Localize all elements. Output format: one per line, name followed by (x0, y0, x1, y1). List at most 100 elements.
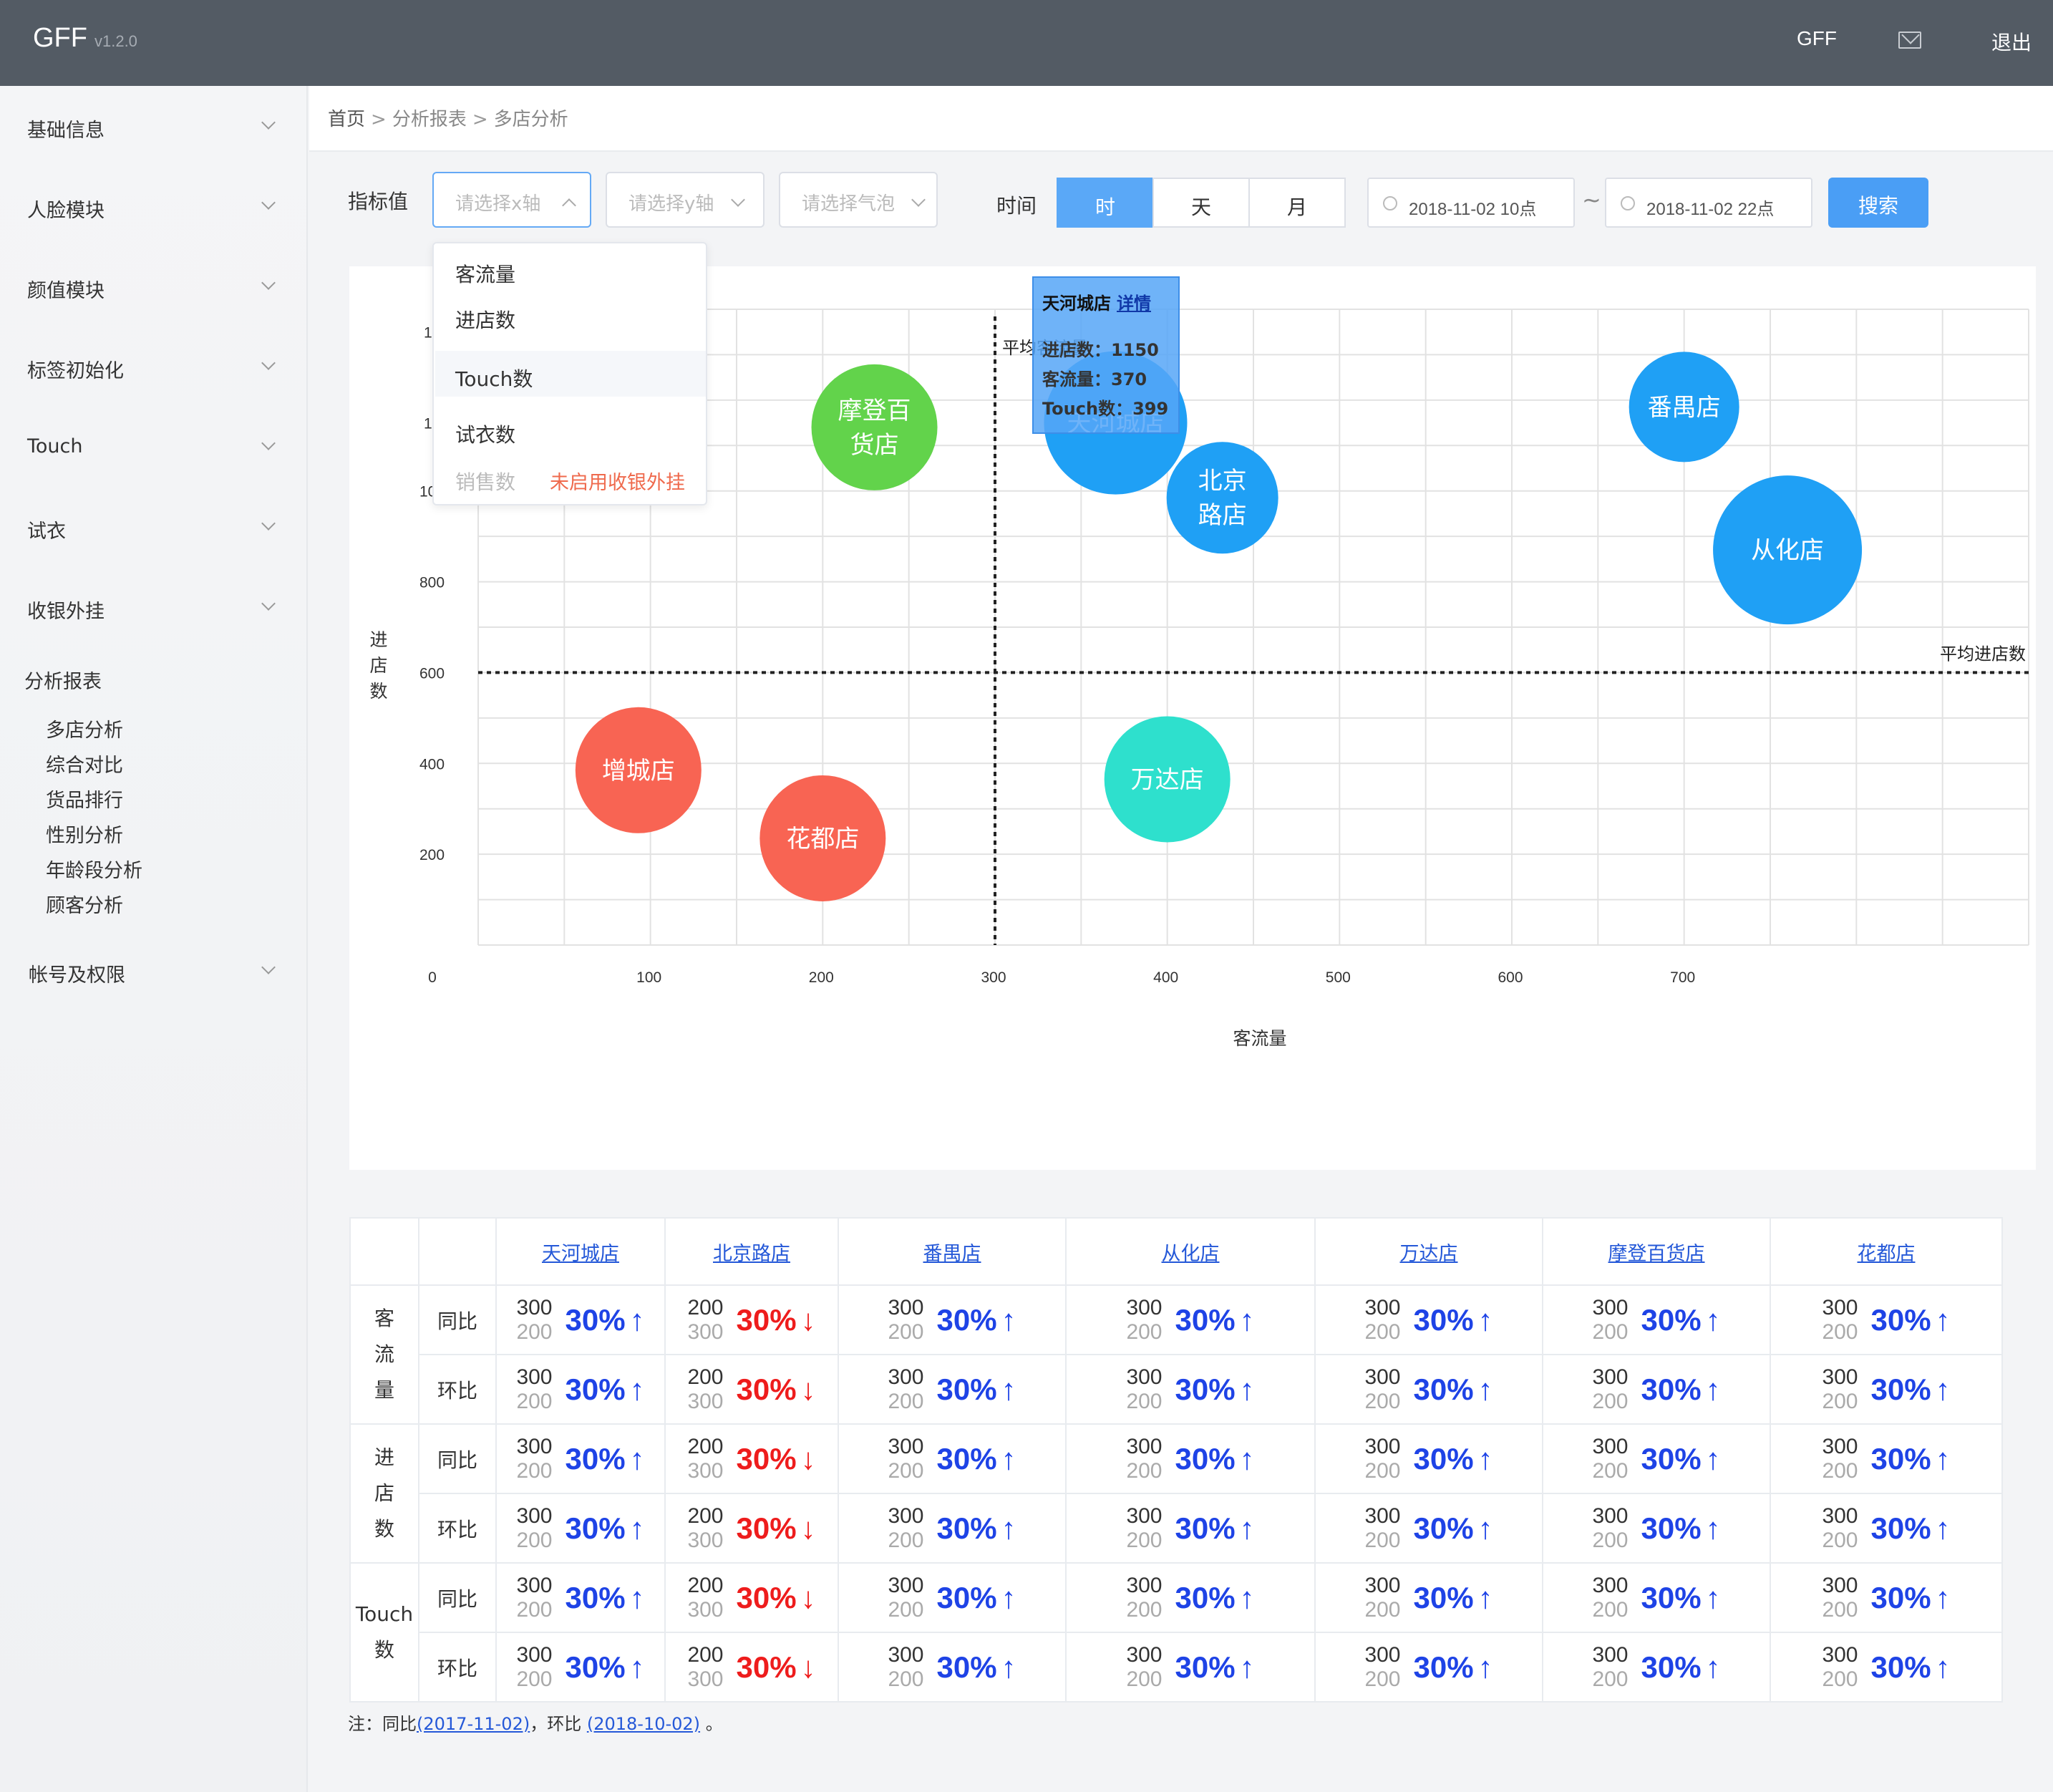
table-cell: 300 200 30% ↑ (1542, 1632, 1771, 1703)
sidebar-sub-goods-rank[interactable]: 货品排行 (46, 785, 123, 813)
y-axis-placeholder: 请选择y轴 (628, 193, 714, 215)
percent-value: 30% (565, 1650, 626, 1684)
y-axis-select[interactable]: 请选择y轴 (606, 172, 765, 228)
brand[interactable]: GFF v1.2.0 (33, 23, 137, 54)
row-type-label: 环比 (418, 1354, 497, 1425)
sidebar-item-face[interactable]: 人脸模块 (27, 195, 105, 223)
change-percent: 30% ↑ (937, 1511, 1016, 1546)
sidebar-sub-age[interactable]: 年龄段分析 (46, 855, 142, 883)
sidebar-item-tag-init[interactable]: 标签初始化 (27, 355, 124, 383)
sidebar-item-fitting[interactable]: 试衣 (27, 515, 66, 543)
previous-value: 200 (1822, 1528, 1858, 1552)
date-start-input[interactable]: 2018-11-02 10点 (1367, 178, 1575, 228)
current-value: 300 (1592, 1642, 1629, 1667)
x-axis-select[interactable]: 请选择x轴 (432, 172, 591, 228)
previous-value: 200 (1822, 1319, 1858, 1344)
previous-value: 200 (1592, 1667, 1629, 1691)
change-percent: 30% ↑ (1871, 1581, 1951, 1615)
tooltip-detail-link[interactable]: 详情 (1117, 294, 1151, 314)
current-value: 300 (1592, 1434, 1629, 1458)
table-cell: 300 200 30% ↑ (1770, 1354, 2003, 1425)
current-value: 300 (1364, 1295, 1401, 1319)
store-link[interactable]: 北京路店 (713, 1243, 790, 1265)
change-percent: 30% ↑ (1414, 1442, 1493, 1476)
mail-icon[interactable] (1898, 32, 1921, 49)
arrow-up-icon: ↑ (1001, 1441, 1016, 1476)
breadcrumb-home[interactable]: 首页 (328, 109, 365, 130)
current-value: 300 (1822, 1365, 1858, 1389)
percent-value: 30% (936, 1441, 997, 1476)
dropdown-option-traffic[interactable]: 客流量 (455, 259, 515, 288)
table-cell: 300 200 30% ↑ (1314, 1354, 1543, 1425)
chevron-down-icon (261, 436, 276, 450)
breadcrumb-current: 多店分析 (493, 109, 568, 130)
table-header-store: 北京路店 (664, 1217, 839, 1286)
user-name[interactable]: GFF (1797, 27, 1837, 50)
breadcrumb-parent[interactable]: 分析报表 (392, 109, 467, 130)
current-value: 200 (687, 1365, 724, 1389)
previous-value: 200 (1592, 1319, 1629, 1344)
segment-hour[interactable]: 时 (1057, 178, 1154, 228)
table-cell: 300 200 30% ↑ (838, 1493, 1067, 1564)
change-percent: 30% ↑ (1414, 1372, 1493, 1407)
store-link[interactable]: 摩登百货店 (1608, 1243, 1705, 1265)
y-axis-label: 数 (369, 681, 387, 702)
sidebar-sub-compare[interactable]: 综合对比 (46, 750, 123, 778)
note-yoy-link[interactable]: (2017-11-02) (417, 1714, 530, 1734)
dropdown-option-fitting[interactable]: 试衣数 (455, 420, 515, 448)
current-value: 300 (888, 1295, 924, 1319)
value-pair: 300 200 (1592, 1296, 1628, 1345)
percent-value: 30% (1641, 1580, 1702, 1614)
store-link[interactable]: 万达店 (1400, 1243, 1458, 1265)
segment-day[interactable]: 天 (1152, 178, 1250, 228)
previous-value: 300 (687, 1458, 724, 1483)
sidebar-sub-customer[interactable]: 顾客分析 (46, 890, 123, 918)
arrow-up-icon: ↑ (1935, 1580, 1951, 1614)
table-cell: 300 200 30% ↑ (1542, 1423, 1771, 1494)
date-end-input[interactable]: 2018-11-02 22点 (1605, 178, 1812, 228)
bubble-label: 货店 (850, 431, 899, 460)
search-button[interactable]: 搜索 (1828, 178, 1928, 228)
logout-button[interactable]: 退出 (1991, 27, 2032, 56)
current-value: 300 (1364, 1573, 1401, 1597)
sidebar-sub-multi-store[interactable]: 多店分析 (46, 715, 123, 742)
x-axis-label: 客流量 (1233, 1028, 1286, 1049)
dropdown-option-touch[interactable]: Touch数 (455, 364, 533, 392)
store-link[interactable]: 天河城店 (542, 1243, 619, 1265)
percent-value: 30% (1870, 1650, 1931, 1684)
date-start-value: 2018-11-02 10点 (1409, 200, 1537, 219)
table-cell: 300 200 30% ↑ (1542, 1284, 1771, 1355)
table-cell: 300 200 30% ↑ (838, 1284, 1067, 1355)
store-link[interactable]: 从化店 (1162, 1243, 1220, 1265)
segment-month[interactable]: 月 (1248, 178, 1346, 228)
store-link[interactable]: 花都店 (1858, 1243, 1916, 1265)
percent-value: 30% (1641, 1372, 1702, 1406)
bubble-select[interactable]: 请选择气泡 (779, 172, 938, 228)
change-percent: 30% ↓ (737, 1511, 816, 1546)
comparison-table: 天河城店 北京路店 番禺店 从化店 万达店 摩登百货店 花都店 客流量同比 300 200 30%… (349, 1217, 2003, 1703)
store-link[interactable]: 番禺店 (923, 1243, 981, 1265)
note-mom-link[interactable]: (2018-10-02) (587, 1714, 700, 1734)
sidebar-sub-gender[interactable]: 性别分析 (46, 820, 123, 848)
top-bar: GFF v1.2.0 GFF 退出 (0, 0, 2053, 86)
row-group-line: 量 (374, 1378, 394, 1402)
change-percent: 30% ↑ (566, 1303, 645, 1337)
current-value: 300 (1364, 1642, 1401, 1667)
sidebar-item-account[interactable]: 帐号及权限 (29, 959, 125, 987)
previous-value: 200 (1822, 1458, 1858, 1483)
sidebar-item-touch[interactable]: Touch (27, 435, 83, 457)
sidebar-item-cashier[interactable]: 收银外挂 (27, 596, 105, 624)
sidebar-item-beauty[interactable]: 颜值模块 (27, 275, 105, 303)
table-row: Touch 数同比 300 200 30% ↑ 200 300 30% ↓ 300 200 30% ↑ 30… (349, 1562, 2003, 1703)
row-group-label: 进店数 (349, 1423, 419, 1564)
table-row: 客流量同比 300 200 30% ↑ 200 300 30% ↓ 300 200 30% ↑ 300 20… (349, 1284, 2003, 1425)
previous-value: 200 (888, 1528, 924, 1552)
value-pair: 200 300 (687, 1643, 723, 1692)
sidebar-item-basic-info[interactable]: 基础信息 (27, 115, 105, 142)
sidebar-group-reports[interactable]: 分析报表 (24, 666, 102, 694)
previous-value: 200 (1592, 1528, 1629, 1552)
previous-value: 200 (888, 1458, 924, 1483)
dropdown-option-entries[interactable]: 进店数 (455, 305, 515, 334)
percent-value: 30% (936, 1650, 997, 1684)
table-cell: 300 200 30% ↑ (1065, 1562, 1316, 1633)
